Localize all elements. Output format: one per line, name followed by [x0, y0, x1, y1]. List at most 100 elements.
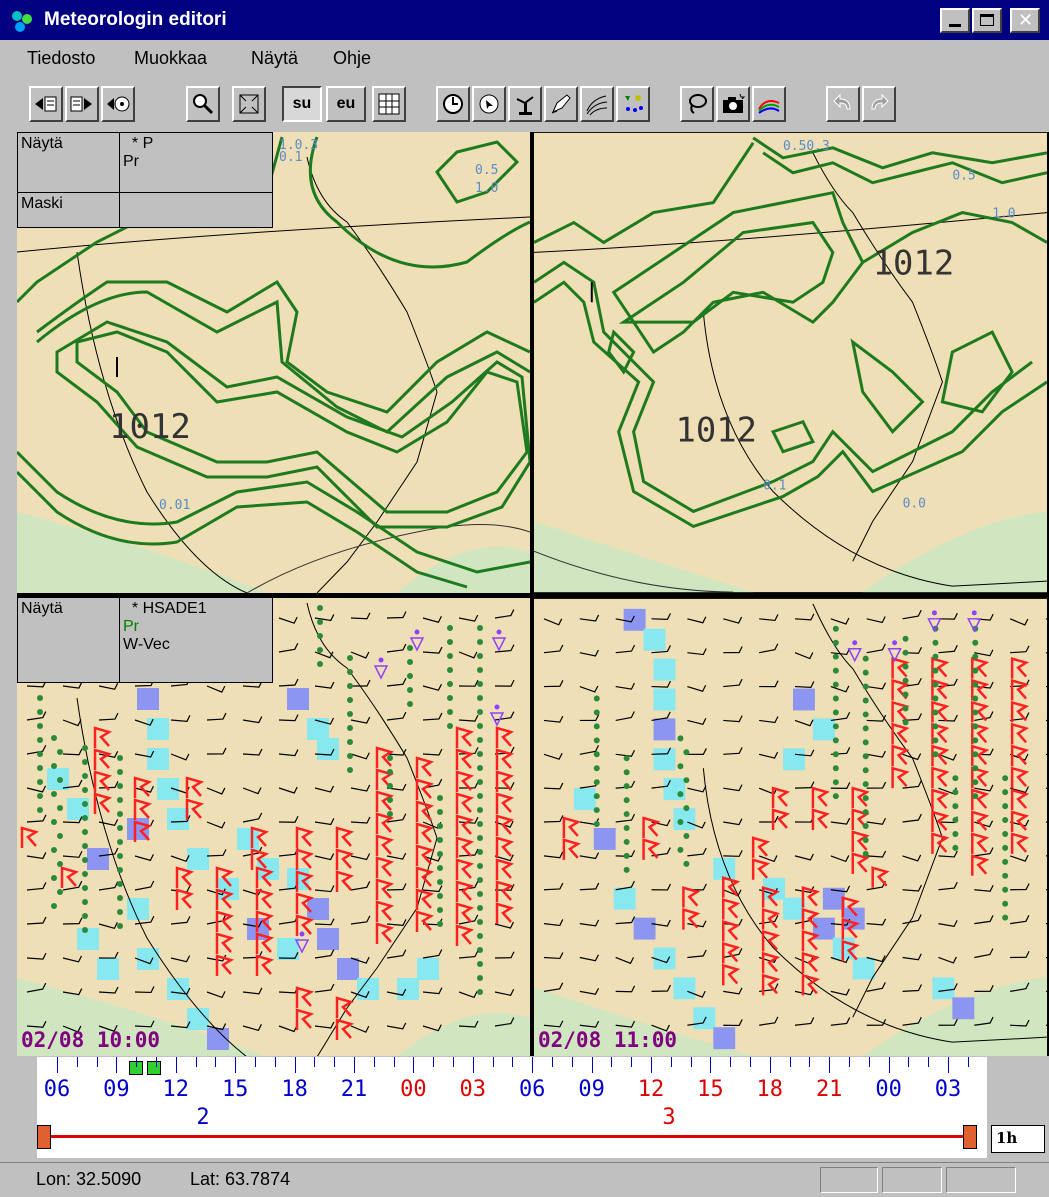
load-data-button[interactable] — [101, 86, 135, 122]
close-icon: ✕ — [1018, 10, 1034, 31]
menu-tiedosto[interactable]: Tiedosto — [27, 48, 95, 69]
menu-muokkaa[interactable]: Muokkaa — [134, 48, 207, 69]
hour-tick-label: 00 — [875, 1077, 902, 1102]
precip-dot — [437, 921, 443, 927]
param-list[interactable]: * HSADE1 Pr W-Vec — [119, 597, 273, 683]
precip-dot — [317, 619, 323, 625]
precip-dot — [117, 867, 123, 873]
tick-mark — [928, 1057, 930, 1067]
precip-dot — [972, 723, 979, 730]
shower-dot — [852, 640, 858, 646]
redo-button[interactable] — [862, 86, 896, 122]
grid-button[interactable] — [372, 86, 406, 122]
zoom-button[interactable] — [186, 86, 220, 122]
precip-dot — [593, 751, 600, 758]
panel-timestamp: 02/08 11:00 — [538, 1028, 678, 1052]
maximize-button[interactable] — [972, 8, 1002, 33]
precip-dot — [37, 793, 43, 799]
map-view[interactable]: 1012 1.0.3 0.1 0.5 1.0 0.01 Näytä * P Pr … — [17, 132, 1049, 1056]
symbol-tool-button[interactable] — [616, 86, 650, 122]
undo-button[interactable] — [826, 86, 860, 122]
tick-mark — [492, 1057, 494, 1067]
precip-dot — [862, 725, 869, 732]
time-range-bar[interactable] — [47, 1135, 977, 1138]
title-bar[interactable]: Meteorologin editori ✕ — [0, 0, 1049, 40]
time-button[interactable] — [436, 86, 470, 122]
hour-tick-label: 15 — [697, 1077, 724, 1102]
param-list[interactable]: * P Pr — [119, 132, 273, 193]
precip-dot — [477, 961, 483, 967]
tick-mark — [314, 1057, 316, 1067]
tick-mark — [334, 1057, 336, 1067]
latitude-readout: Lat: 63.7874 — [190, 1169, 291, 1189]
show-label: Näytä — [17, 132, 120, 193]
minimize-button[interactable] — [940, 8, 970, 33]
precip-dot — [902, 663, 909, 670]
pen-tool-button[interactable] — [544, 86, 578, 122]
precip-dot — [477, 835, 483, 841]
precip-dot — [862, 809, 869, 816]
mask-value[interactable] — [119, 192, 273, 228]
tick-mark — [512, 1057, 514, 1067]
weather-symbol-icon — [625, 95, 643, 112]
precip-dot — [832, 639, 839, 646]
map-panel-bottom-right[interactable]: 02/08 11:00 — [534, 597, 1049, 1056]
tick-mark — [571, 1057, 573, 1067]
hour-tick-label: 03 — [934, 1077, 962, 1102]
graph-button[interactable] — [752, 86, 786, 122]
precip-dot — [477, 681, 483, 687]
area-su-button[interactable]: su — [282, 86, 322, 122]
svg-text:1012: 1012 — [873, 243, 955, 282]
precip-dot — [117, 923, 123, 929]
precip-dot — [57, 889, 63, 895]
precip-dot — [677, 735, 684, 742]
precip-dot — [51, 847, 57, 853]
precip-dot — [1002, 775, 1009, 782]
precip-dot — [477, 667, 483, 673]
precip-dot — [82, 787, 88, 793]
precip-dot — [437, 851, 443, 857]
tick-mark — [591, 1057, 593, 1073]
time-step-box[interactable]: 1h — [991, 1125, 1045, 1153]
toolbar: su eu — [0, 78, 1049, 130]
menu-nayta[interactable]: Näytä — [251, 48, 298, 69]
full-view-button[interactable] — [232, 86, 266, 122]
selected-time-marker[interactable] — [147, 1061, 161, 1075]
time-scale[interactable]: 06 09 12 15 18 21 00 03 06 09 12 15 18 21 00 03 2 3 — [37, 1057, 989, 1158]
clock-icon — [443, 94, 463, 114]
precip-cell — [713, 857, 736, 880]
precip-dot — [952, 830, 959, 837]
snapshot-button[interactable] — [716, 86, 750, 122]
precip-dot — [972, 653, 979, 660]
precip-dot — [477, 947, 483, 953]
map-panel-bottom-left[interactable]: Näytä * HSADE1 Pr W-Vec 02/08 10:00 — [17, 597, 530, 1056]
menu-ohje[interactable]: Ohje — [333, 48, 371, 69]
prev-data-button[interactable] — [29, 86, 63, 122]
next-data-button[interactable] — [65, 86, 99, 122]
timeline[interactable]: 06 09 12 15 18 21 00 03 06 09 12 15 18 21 00 03 2 3 1h — [17, 1057, 1049, 1158]
svg-text:0.50.3: 0.50.3 — [783, 139, 830, 154]
map-panel-top-right[interactable]: 1012 1012 0.50.3 0.5 1.0 0.0 0.1 — [534, 132, 1049, 593]
map-panel-top-left[interactable]: 1012 1.0.3 0.1 0.5 1.0 0.01 Näytä * P Pr … — [17, 132, 530, 593]
area-eu-button[interactable]: eu — [326, 86, 366, 122]
close-button[interactable]: ✕ — [1010, 8, 1040, 33]
precip-dot — [1002, 914, 1009, 921]
precip-dot — [932, 709, 939, 716]
pointer-tool-button[interactable] — [472, 86, 506, 122]
precip-dot — [117, 881, 123, 887]
precip-cell — [673, 808, 696, 830]
precip-dot — [51, 763, 57, 769]
precip-dot — [37, 695, 43, 701]
precip-dot — [862, 823, 869, 829]
contour-tool-button[interactable] — [580, 86, 614, 122]
lasso-button[interactable] — [680, 86, 714, 122]
precip-dot — [317, 633, 323, 639]
range-start-handle[interactable] — [37, 1125, 51, 1149]
station-tool-button[interactable] — [508, 86, 542, 122]
precip-dot — [623, 755, 630, 762]
precip-dot — [447, 723, 453, 729]
range-end-handle[interactable] — [963, 1125, 977, 1149]
precip-dot — [932, 737, 939, 744]
precip-dot — [447, 681, 453, 687]
precip-dot — [1002, 900, 1009, 907]
